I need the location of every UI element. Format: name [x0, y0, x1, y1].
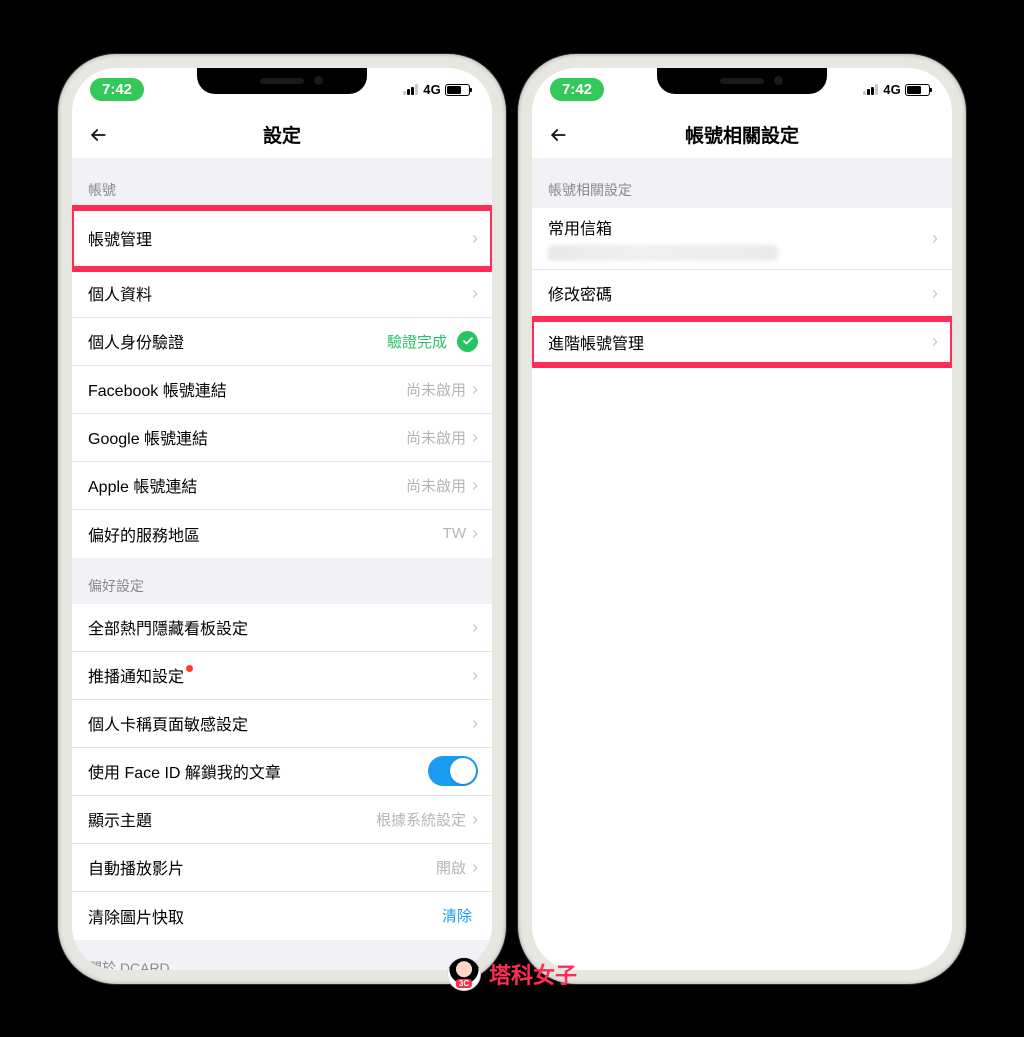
row-value: 根據系統設定 — [376, 809, 466, 830]
row-google-link[interactable]: Google 帳號連結 尚未啟用 › — [72, 414, 492, 462]
watermark-avatar-icon — [447, 957, 481, 991]
row-profile[interactable]: 個人資料 › — [72, 270, 492, 318]
chevron-right-icon: › — [472, 523, 478, 544]
page-title: 設定 — [263, 121, 301, 148]
row-label: 個人資料 — [88, 281, 472, 305]
network-label: 4G — [883, 82, 901, 97]
section-header-account: 帳號 — [72, 158, 492, 208]
row-email[interactable]: 常用信箱 › — [532, 208, 952, 270]
row-label: Google 帳號連結 — [88, 425, 406, 449]
row-value: 尚未啟用 — [406, 475, 466, 496]
back-button[interactable] — [86, 123, 110, 147]
chevron-right-icon: › — [472, 617, 478, 638]
row-faceid-unlock[interactable]: 使用 Face ID 解鎖我的文章 — [72, 748, 492, 796]
row-value: 尚未啟用 — [406, 379, 466, 400]
row-push-notifications[interactable]: 推播通知設定 › — [72, 652, 492, 700]
row-label: 常用信箱 — [548, 215, 932, 239]
row-label: 偏好的服務地區 — [88, 522, 443, 546]
network-label: 4G — [423, 82, 441, 97]
row-clear-cache[interactable]: 清除圖片快取 清除 — [72, 892, 492, 940]
chevron-right-icon: › — [472, 475, 478, 496]
section-header-prefs: 偏好設定 — [72, 558, 492, 604]
chevron-right-icon: › — [472, 228, 478, 249]
row-identity-verification[interactable]: 個人身份驗證 驗證完成 — [72, 318, 492, 366]
email-blurred-value — [548, 245, 778, 261]
notch — [657, 68, 827, 94]
signal-icon — [863, 84, 879, 95]
row-service-region[interactable]: 偏好的服務地區 TW › — [72, 510, 492, 558]
row-apple-link[interactable]: Apple 帳號連結 尚未啟用 › — [72, 462, 492, 510]
status-time: 7:42 — [550, 78, 604, 101]
row-value: 尚未啟用 — [406, 427, 466, 448]
chevron-right-icon: › — [472, 809, 478, 830]
signal-icon — [403, 84, 419, 95]
row-label: 修改密碼 — [548, 281, 932, 305]
row-value: 驗證完成 — [387, 331, 447, 352]
row-label: 自動播放影片 — [88, 855, 436, 879]
back-button[interactable] — [546, 123, 570, 147]
row-account-manage[interactable]: 帳號管理 › — [72, 208, 492, 270]
row-advanced-account[interactable]: 進階帳號管理 › — [532, 318, 952, 366]
chevron-right-icon: › — [932, 283, 938, 304]
row-autoplay[interactable]: 自動播放影片 開啟 › — [72, 844, 492, 892]
clear-cache-action[interactable]: 清除 — [442, 905, 472, 926]
section-header-about: 關於 DCARD — [72, 940, 492, 970]
row-label: 進階帳號管理 — [548, 330, 932, 354]
row-value: 開啟 — [436, 857, 466, 878]
phone-left: 7:42 4G 設定 帳號 帳號管理 › 個人資料 — [58, 54, 506, 984]
row-label: 個人卡稱頁面敏感設定 — [88, 711, 472, 735]
check-circle-icon — [457, 331, 478, 352]
row-theme[interactable]: 顯示主題 根據系統設定 › — [72, 796, 492, 844]
chevron-right-icon: › — [472, 379, 478, 400]
row-label: 顯示主題 — [88, 807, 376, 831]
faceid-toggle[interactable] — [428, 756, 478, 786]
notch — [197, 68, 367, 94]
row-change-password[interactable]: 修改密碼 › — [532, 270, 952, 318]
chevron-right-icon: › — [472, 857, 478, 878]
status-icons: 4G — [863, 82, 930, 97]
watermark: 塔科女子 — [447, 957, 577, 991]
row-label: 個人身份驗證 — [88, 329, 387, 353]
watermark-text: 塔科女子 — [489, 958, 577, 990]
chevron-right-icon: › — [932, 331, 938, 352]
status-icons: 4G — [403, 82, 470, 97]
row-label: Apple 帳號連結 — [88, 473, 406, 497]
chevron-right-icon: › — [472, 665, 478, 686]
row-sensitive-settings[interactable]: 個人卡稱頁面敏感設定 › — [72, 700, 492, 748]
battery-icon — [905, 84, 930, 96]
chevron-right-icon: › — [472, 713, 478, 734]
row-label: Facebook 帳號連結 — [88, 377, 406, 401]
chevron-right-icon: › — [932, 228, 938, 249]
chevron-right-icon: › — [472, 283, 478, 304]
status-time: 7:42 — [90, 78, 144, 101]
row-value: TW — [443, 525, 466, 542]
back-arrow-icon — [548, 125, 568, 145]
row-board-settings[interactable]: 全部熱門隱藏看板設定 › — [72, 604, 492, 652]
phone-right: 7:42 4G 帳號相關設定 帳號相關設定 常用信箱 › — [518, 54, 966, 984]
row-label: 推播通知設定 — [88, 663, 472, 687]
back-arrow-icon — [88, 125, 108, 145]
row-label: 帳號管理 — [88, 226, 472, 250]
battery-icon — [445, 84, 470, 96]
chevron-right-icon: › — [472, 427, 478, 448]
section-header-account-settings: 帳號相關設定 — [532, 158, 952, 208]
row-label: 清除圖片快取 — [88, 904, 442, 928]
row-label: 使用 Face ID 解鎖我的文章 — [88, 759, 428, 783]
row-label: 全部熱門隱藏看板設定 — [88, 615, 472, 639]
notification-dot-icon — [186, 665, 193, 672]
page-title: 帳號相關設定 — [685, 121, 799, 148]
row-facebook-link[interactable]: Facebook 帳號連結 尚未啟用 › — [72, 366, 492, 414]
